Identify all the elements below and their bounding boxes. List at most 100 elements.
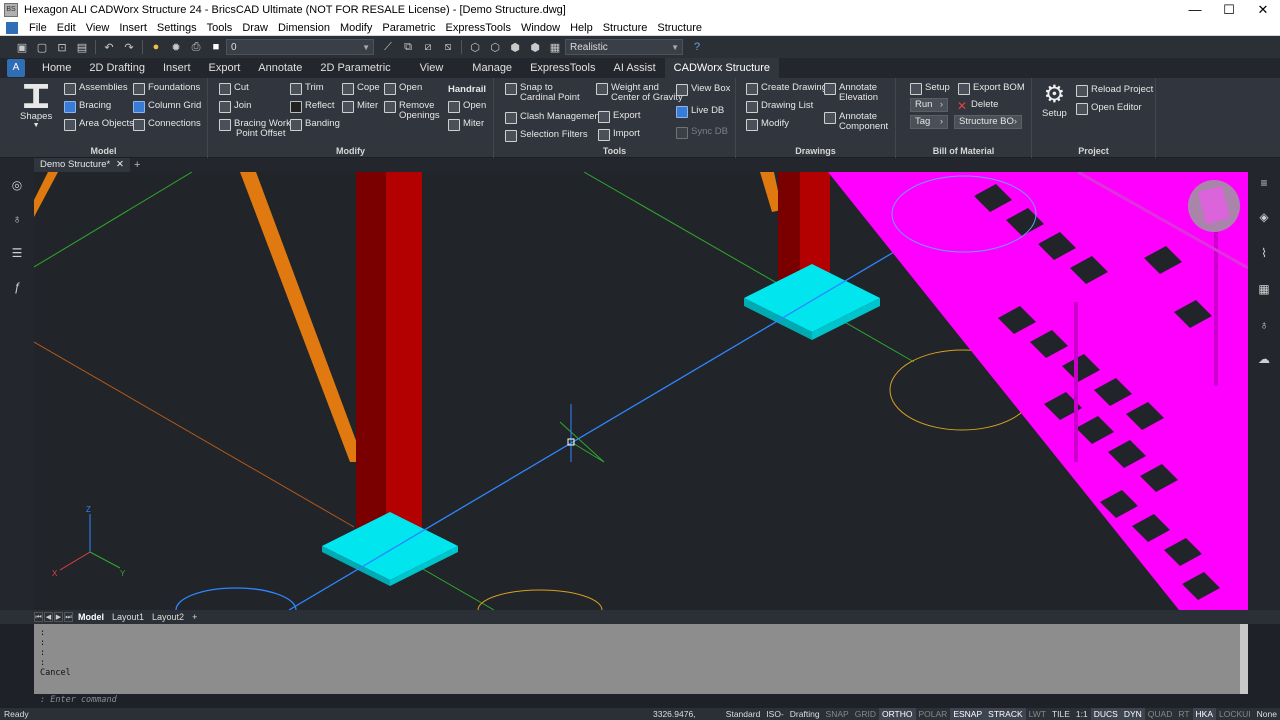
status-toggle-snap[interactable]: SNAP — [823, 708, 852, 720]
new-tab-button[interactable]: + — [134, 158, 140, 172]
tab-home[interactable]: Home — [33, 58, 80, 78]
saveas-icon[interactable]: ▤ — [74, 39, 90, 55]
create-drawing-button[interactable]: Create Drawing — [746, 83, 827, 95]
handrail-miter-button[interactable]: Miter — [448, 119, 484, 131]
handrail-open-button[interactable]: Open — [448, 101, 486, 113]
tab-ai-assist[interactable]: AI Assist — [604, 58, 664, 78]
eye-off-icon[interactable]: ◎ — [8, 176, 26, 194]
miter-button[interactable]: Miter — [342, 101, 378, 113]
clash-management-button[interactable]: Clash Management — [505, 112, 602, 124]
reflect-button[interactable]: Reflect — [290, 101, 335, 113]
layout-tab-layout2[interactable]: Layout2 — [148, 612, 188, 622]
close-button[interactable]: ✕ — [1246, 2, 1280, 18]
cloud-upload-icon[interactable]: ☁ — [1255, 350, 1273, 368]
cube-shade-icon[interactable]: ⬢ — [507, 39, 523, 55]
status-toggle-quad[interactable]: QUAD — [1145, 708, 1176, 720]
last-layout-icon[interactable]: ⏭ — [64, 612, 73, 622]
status-toggle-hka[interactable]: HKA — [1192, 708, 1217, 720]
tab-export[interactable]: Export — [200, 58, 250, 78]
status-toggle-ducs[interactable]: DUCS — [1090, 708, 1121, 720]
assemblies-button[interactable]: Assemblies — [64, 83, 128, 95]
open-button[interactable]: Open — [384, 83, 422, 95]
status-toggle-iso-25[interactable]: ISO-25 — [763, 708, 786, 720]
layout-tab-model[interactable]: Model — [74, 612, 108, 622]
visual-style-icon[interactable]: ▦ — [547, 39, 563, 55]
new-icon[interactable]: ▢ — [34, 39, 50, 55]
layer-off-icon[interactable]: ⧄ — [420, 39, 436, 55]
open-editor-button[interactable]: Open Editor — [1076, 103, 1142, 115]
add-layout-button[interactable]: + — [188, 612, 201, 622]
snap-to-cardinal-point-button[interactable]: Snap to Cardinal Point — [505, 83, 580, 103]
menu-insert[interactable]: Insert — [114, 20, 152, 36]
tab-manage[interactable]: Manage — [463, 58, 521, 78]
status-toggle-lwt[interactable]: LWT — [1026, 708, 1049, 720]
delete-button[interactable]: ✕ Delete — [956, 100, 999, 113]
bulb-icon[interactable]: ● — [148, 39, 164, 55]
next-layout-icon[interactable]: ▶ — [54, 612, 63, 622]
import-button[interactable]: Import — [598, 129, 640, 141]
status-toggle-polar[interactable]: POLAR — [916, 708, 951, 720]
status-toggle-drafting[interactable]: Drafting — [787, 708, 823, 720]
status-toggle-1-1[interactable]: 1:1 — [1073, 708, 1091, 720]
column-grid-button[interactable]: Column Grid — [133, 101, 201, 113]
remove-openings-button[interactable]: Remove Openings — [384, 101, 440, 121]
weight-cog-button[interactable]: Weight and Center of Gravity — [596, 83, 683, 103]
sync-db-button[interactable]: Sync DB — [676, 127, 728, 139]
visual-style-select[interactable]: Realistic ▼ — [565, 39, 683, 55]
status-toggle-esnap[interactable]: ESNAP — [950, 708, 986, 720]
status-toggle-lockui[interactable]: LOCKUI — [1216, 708, 1254, 720]
lightbulb-icon[interactable]: ♁ — [8, 210, 26, 228]
tab-2d-drafting[interactable]: 2D Drafting — [80, 58, 154, 78]
balloon-icon[interactable]: ♁ — [1255, 316, 1273, 334]
export-button[interactable]: Export — [598, 111, 640, 123]
menu-draw[interactable]: Draw — [237, 20, 273, 36]
export-bom-button[interactable]: Export BOM — [958, 83, 1025, 95]
menu-edit[interactable]: Edit — [52, 20, 81, 36]
function-icon[interactable]: ƒ — [8, 278, 26, 296]
prev-layout-icon[interactable]: ◀ — [44, 612, 53, 622]
maximize-button[interactable]: ☐ — [1212, 2, 1246, 18]
bracing-button[interactable]: Bracing — [64, 101, 111, 113]
command-scrollbar[interactable] — [1240, 624, 1248, 694]
app-menu-icon[interactable] — [6, 21, 18, 34]
print-icon[interactable]: ⎙ — [188, 39, 204, 55]
menu-window[interactable]: Window — [516, 20, 565, 36]
tab-expresstools[interactable]: ExpressTools — [521, 58, 604, 78]
menu-help[interactable]: Help — [565, 20, 598, 36]
undo-icon[interactable]: ↶ — [101, 39, 117, 55]
menu-dimension[interactable]: Dimension — [273, 20, 335, 36]
open-icon[interactable]: ⊡ — [54, 39, 70, 55]
tab-insert[interactable]: Insert — [154, 58, 200, 78]
menu-file[interactable]: File — [24, 20, 52, 36]
color-swatch-icon[interactable]: ■ — [208, 39, 224, 55]
tab-cadworx-structure[interactable]: CADWorx Structure — [664, 58, 780, 78]
layer-iso-icon[interactable]: ⧅ — [440, 39, 456, 55]
cope-button[interactable]: Cope — [342, 83, 380, 95]
reload-project-button[interactable]: Reload Project — [1076, 85, 1153, 97]
tab-2d-parametric[interactable]: 2D Parametric — [311, 58, 399, 78]
tag-button[interactable]: Tag › — [910, 115, 948, 129]
connections-button[interactable]: Connections — [133, 119, 201, 131]
sun-icon[interactable]: ✹ — [168, 39, 184, 55]
command-input[interactable]: : Enter command — [34, 694, 1248, 706]
layer-select[interactable]: 0 ▼ — [226, 39, 374, 55]
layout-tab-layout1[interactable]: Layout1 — [108, 612, 148, 622]
stack-icon[interactable]: ◈ — [1255, 208, 1273, 226]
menu-modify[interactable]: Modify — [335, 20, 377, 36]
project-setup-button[interactable]: ⚙ Setup — [1042, 82, 1067, 120]
attach-icon[interactable]: ⌇ — [1255, 244, 1273, 262]
bracing-work-point-offset-button[interactable]: Bracing Work Point Offset — [219, 119, 291, 139]
app-logo-icon[interactable]: A — [7, 59, 25, 77]
layers-icon[interactable]: ☰ — [8, 244, 26, 262]
status-toggle-none[interactable]: None — [1254, 708, 1280, 720]
minimize-button[interactable]: — — [1178, 2, 1212, 18]
trim-button[interactable]: Trim — [290, 83, 324, 95]
status-toggle-grid[interactable]: GRID — [852, 708, 879, 720]
cube-render-icon[interactable]: ⬢ — [527, 39, 543, 55]
doc-tab-demo-structure[interactable]: Demo Structure* ✕ — [34, 158, 130, 172]
view-box-button[interactable]: View Box — [676, 84, 730, 96]
annotate-component-button[interactable]: Annotate Component — [824, 112, 888, 132]
annotate-elevation-button[interactable]: Annotate Elevation — [824, 83, 878, 103]
menu-parametric[interactable]: Parametric — [377, 20, 440, 36]
cube-icon[interactable]: ⬡ — [467, 39, 483, 55]
